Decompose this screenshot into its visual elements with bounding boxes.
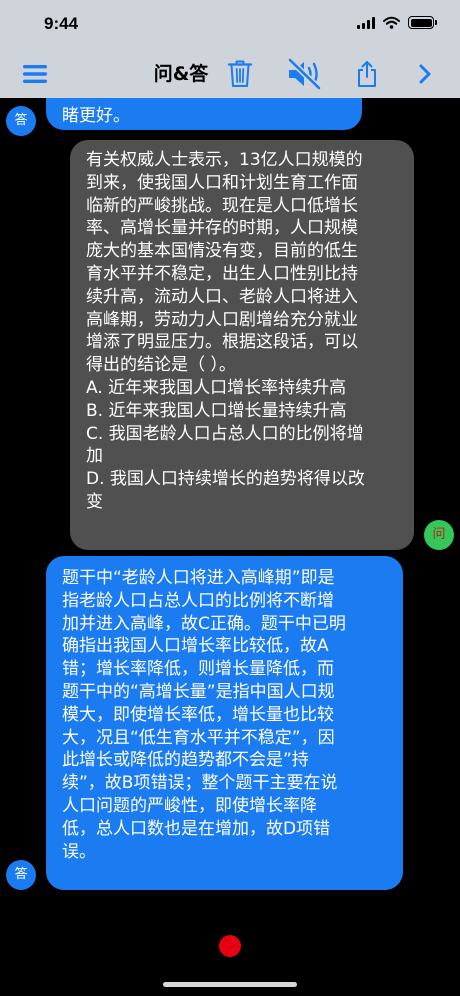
answer-line: 指老龄人口占总人口的比例将不断增 xyxy=(62,590,334,611)
question-line: 增添了明显压力。根据这段话，可以 xyxy=(86,332,358,353)
answer-line: 模大，即使增长率低，增长量也比较 xyxy=(62,704,334,725)
battery-icon xyxy=(408,16,437,29)
answer-line: 题干中“老龄人口将进入高峰期”即是 xyxy=(62,568,335,588)
chevron-right-icon xyxy=(419,64,431,84)
answer-line: 续”，故B项错误；整个题干主要在说 xyxy=(62,773,338,794)
answer-avatar: 答 xyxy=(6,860,36,890)
answer-line: 确指出我国人口增长率比较低，故A xyxy=(62,636,329,657)
share-button[interactable] xyxy=(352,50,382,98)
question-bubble: 有关权威人士表示，13亿人口规模的 到来，使我国人口和计划生育工作面 临新的严峻… xyxy=(70,140,414,550)
answer-1-line: 睹更好。 xyxy=(62,105,130,126)
option-b: B. 近年来我国人口增长量持续升高 xyxy=(86,400,347,421)
question-line: 高峰期，劳动力人口剧增给充分就业 xyxy=(86,309,358,330)
mute-button[interactable] xyxy=(284,50,324,98)
answer-line: 加并进入高峰，故C正确。题干中已明 xyxy=(62,613,346,634)
question-line: 有关权威人士表示，13亿人口规模的 xyxy=(86,150,363,170)
cellular-signal-icon xyxy=(357,16,375,29)
wifi-icon xyxy=(383,16,400,29)
menu-button[interactable] xyxy=(18,50,52,98)
question-line: 庞大的基本国情没有变，目前的低生 xyxy=(86,241,358,262)
option-c: 加 xyxy=(86,446,103,467)
option-d: D. 我国人口持续增长的趋势将得以改 xyxy=(86,469,365,490)
next-button[interactable] xyxy=(412,50,438,98)
question-line: 到来，使我国人口和计划生育工作面 xyxy=(86,172,358,193)
question-line: 临新的严峻挑战。现在是人口低增长 xyxy=(86,195,358,216)
delete-button[interactable] xyxy=(224,50,256,98)
answer-line: 此增长或降低的趋势都不会是”持 xyxy=(62,750,309,771)
record-button[interactable] xyxy=(219,935,241,957)
speaker-muted-icon xyxy=(287,58,322,90)
status-bar: 9:44 xyxy=(0,0,460,50)
question-line: 率、高增长量并存的时期，人口规模 xyxy=(86,218,358,239)
status-icons xyxy=(357,16,437,29)
question-line: 续升高，流动人口、老龄人口将进入 xyxy=(86,286,358,307)
hamburger-icon xyxy=(23,65,47,83)
toolbar: 问&答 xyxy=(0,50,460,98)
chat-area[interactable]: ... 睹更好。 答 有关权威人士表示，13亿人口规模的 到来，使我国人口和计划… xyxy=(0,0,460,996)
share-icon xyxy=(358,61,376,87)
answer-avatar: 答 xyxy=(6,106,36,136)
question-line: 育水平并不稳定，出生人口性别比持 xyxy=(86,263,358,284)
answer-line: 错；增长率降低，则增长量降低，而 xyxy=(62,659,334,680)
option-a: A. 近年来我国人口增长率持续升高 xyxy=(86,377,347,398)
question-line: 得出的结论是（ ）。 xyxy=(86,355,236,376)
answer-line: 大，况且“低生育水平并不稳定”，因 xyxy=(62,727,335,748)
trash-icon xyxy=(228,60,252,87)
option-d: 变 xyxy=(86,491,103,512)
answer-line: 低，总人口数也是在增加，故D项错 xyxy=(62,818,331,839)
page-title: 问&答 xyxy=(153,63,209,85)
answer-bubble-2: 题干中“老龄人口将进入高峰期”即是 指老龄人口占总人口的比例将不断增 加并进入高… xyxy=(46,556,403,890)
home-indicator[interactable] xyxy=(163,982,297,987)
answer-line: 误。 xyxy=(62,841,96,862)
answer-line: 人口问题的严峻性，即使增长率降 xyxy=(62,795,317,816)
answer-line: 题干中的“高增长量”是指中国人口规 xyxy=(62,681,335,702)
status-time: 9:44 xyxy=(44,14,79,33)
question-avatar: 问 xyxy=(424,520,454,550)
option-c: C. 我国老龄人口占总人口的比例将增 xyxy=(86,423,364,444)
